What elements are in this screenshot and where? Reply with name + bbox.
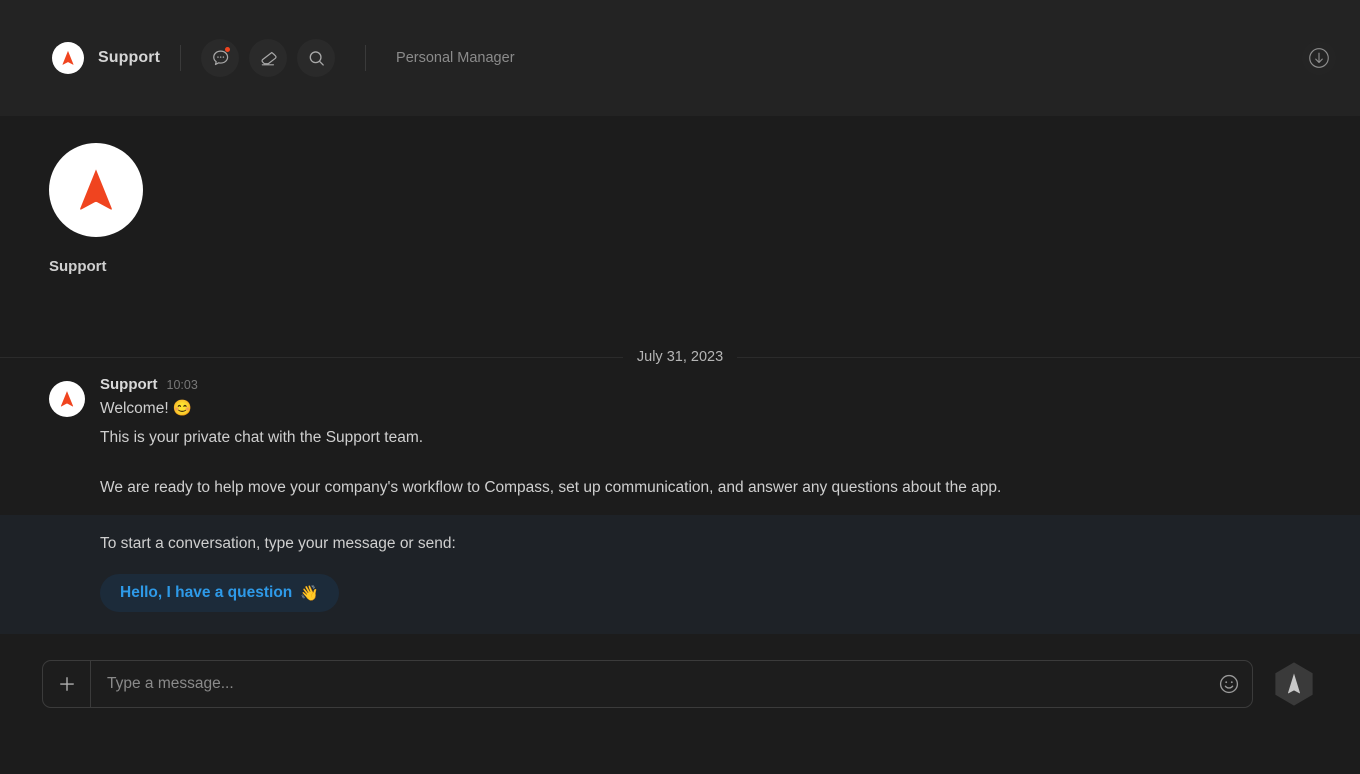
composer-input-wrapper bbox=[42, 660, 1253, 708]
waving-hand-icon: 👋 bbox=[300, 585, 319, 602]
eraser-button[interactable] bbox=[249, 39, 288, 77]
intro-avatar bbox=[49, 143, 143, 237]
intro-chat-name: Support bbox=[49, 258, 107, 275]
date-separator: July 31, 2023 bbox=[0, 347, 1360, 367]
message-timestamp: 10:03 bbox=[166, 378, 198, 392]
chat-intro-block: Support bbox=[0, 116, 1360, 275]
header-right-actions bbox=[1302, 41, 1336, 75]
message-line-3: We are ready to help move your company's… bbox=[100, 479, 1002, 496]
send-arrow-icon bbox=[1275, 662, 1313, 706]
compass-arrow-logo-icon bbox=[60, 391, 74, 407]
header-subtitle: Personal Manager bbox=[396, 50, 515, 66]
quick-reply-label: Hello, I have a question bbox=[120, 584, 293, 601]
message-scroll-area[interactable]: Support July 31, 2023 Support 10:03 Welc… bbox=[0, 116, 1360, 636]
date-separator-line-left bbox=[0, 356, 623, 358]
header-avatar bbox=[52, 42, 84, 74]
attach-button[interactable] bbox=[43, 661, 91, 707]
message-body: Support 10:03 Welcome! 😊 This is your pr… bbox=[100, 371, 1001, 501]
message-author: Support bbox=[100, 376, 158, 393]
date-separator-label: July 31, 2023 bbox=[636, 349, 724, 365]
message-item: Support 10:03 Welcome! 😊 This is your pr… bbox=[0, 371, 1360, 501]
date-separator-line-right bbox=[737, 356, 1360, 358]
compass-arrow-logo-icon bbox=[62, 50, 74, 65]
compass-arrow-logo-icon bbox=[80, 169, 112, 210]
app-header: Support Personal Manager bbox=[0, 0, 1360, 116]
message-avatar[interactable] bbox=[49, 381, 85, 417]
chat-app: Support Personal Manager Support July 31… bbox=[0, 0, 1360, 774]
comments-badge-dot bbox=[225, 47, 231, 52]
comments-button[interactable] bbox=[201, 39, 240, 77]
search-button[interactable] bbox=[297, 39, 336, 77]
header-divider-1 bbox=[180, 45, 182, 71]
message-line-2: This is your private chat with the Suppo… bbox=[100, 429, 424, 446]
scroll-to-bottom-button[interactable] bbox=[1302, 41, 1336, 75]
eraser-icon bbox=[260, 51, 277, 65]
message-line-1: Welcome! 😊 bbox=[100, 400, 193, 417]
search-icon bbox=[309, 50, 324, 66]
download-circle-icon bbox=[1309, 48, 1329, 68]
message-input[interactable] bbox=[91, 661, 1206, 707]
smiley-icon bbox=[1219, 674, 1239, 694]
header-title: Support bbox=[98, 49, 161, 66]
header-divider-2 bbox=[365, 45, 367, 71]
quick-reply-button[interactable]: Hello, I have a question 👋 bbox=[100, 574, 339, 612]
cta-prompt-text: To start a conversation, type your messa… bbox=[100, 535, 456, 552]
send-button[interactable] bbox=[1271, 660, 1317, 708]
plus-icon bbox=[59, 677, 74, 691]
emoji-picker-button[interactable] bbox=[1206, 661, 1252, 707]
message-header: Support 10:03 bbox=[100, 376, 1001, 393]
message-composer bbox=[0, 634, 1360, 774]
